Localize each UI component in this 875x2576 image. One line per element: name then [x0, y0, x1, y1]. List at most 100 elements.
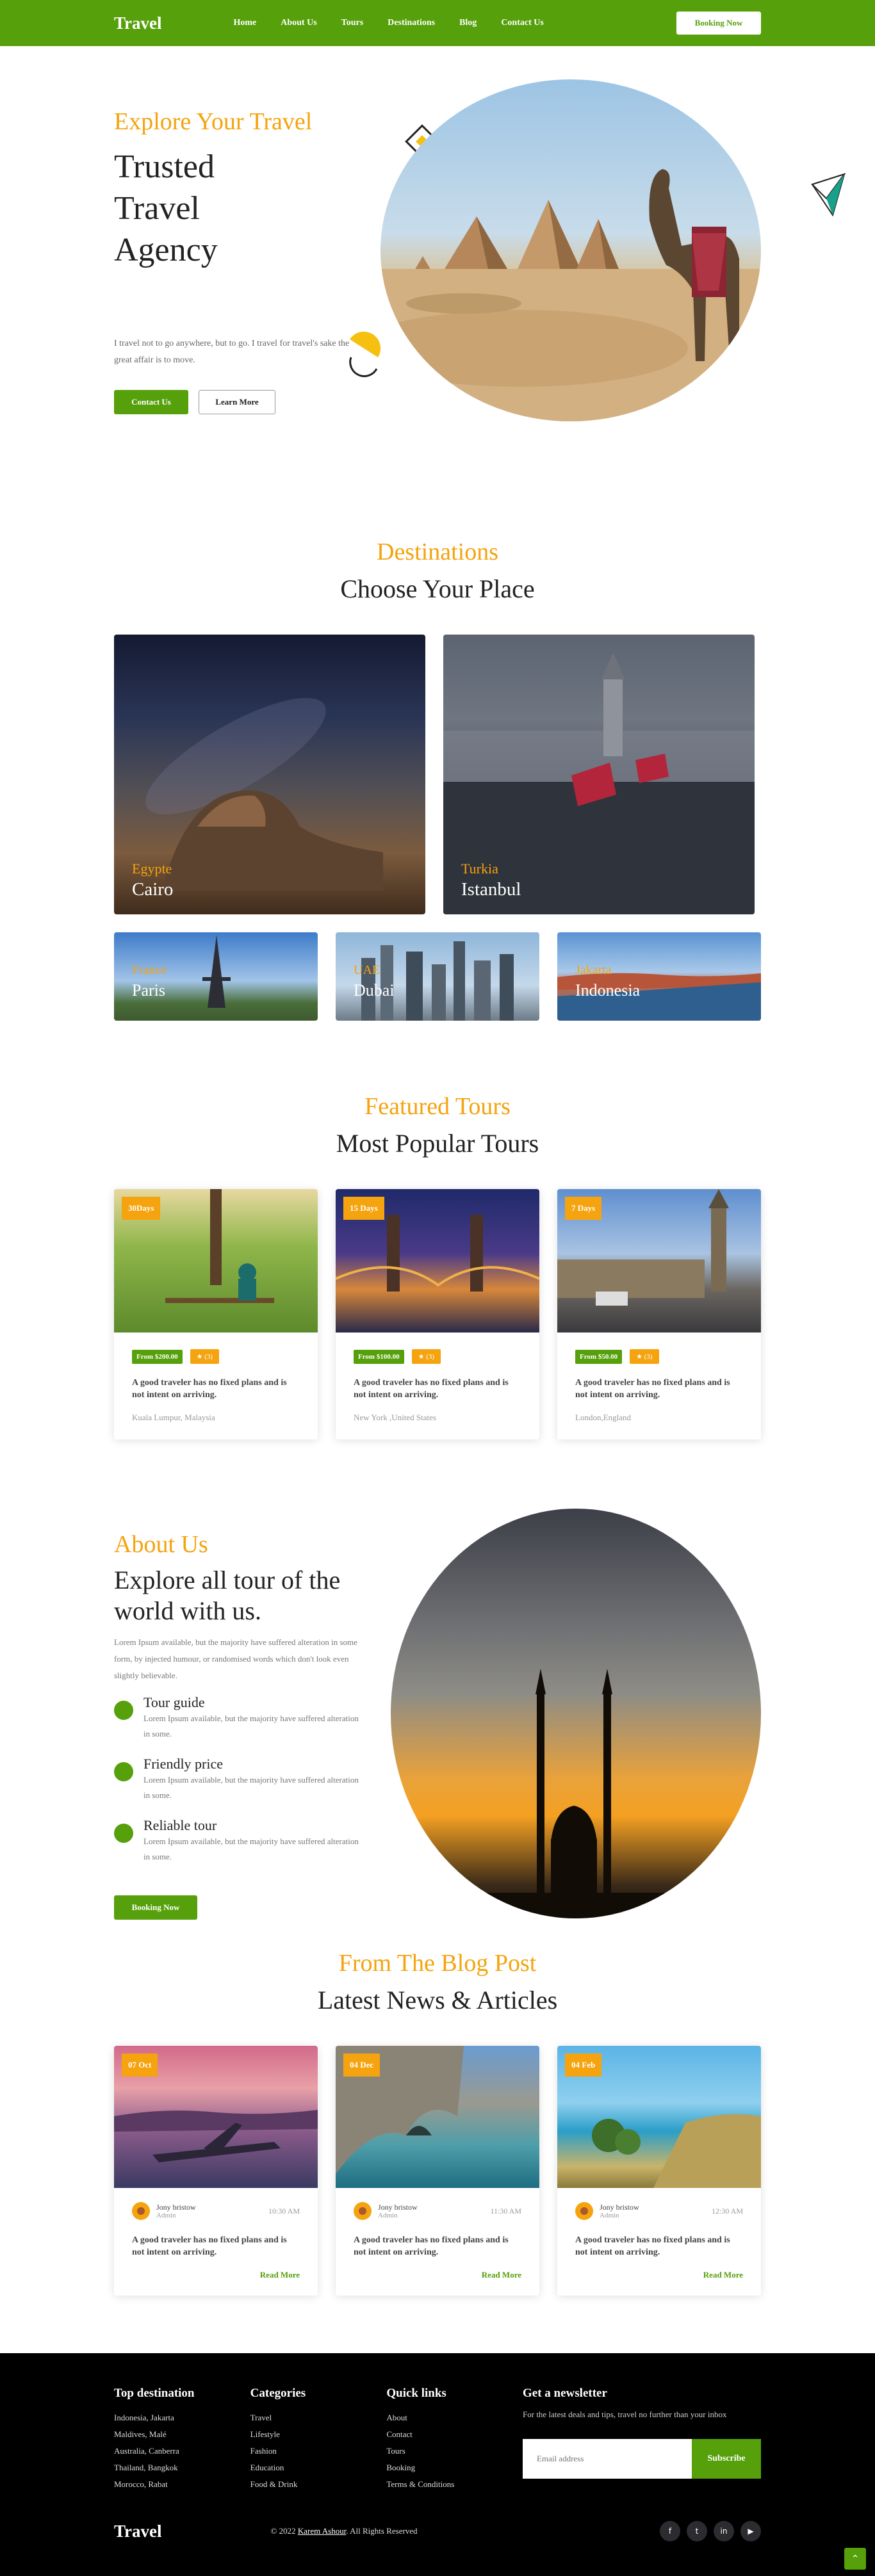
- nav-home[interactable]: Home: [233, 18, 256, 28]
- about-booking-button[interactable]: Booking Now: [114, 1895, 197, 1920]
- tour-location: New York ,United States: [354, 1413, 436, 1422]
- nav-destinations[interactable]: Destinations: [388, 18, 435, 28]
- tour-card[interactable]: 7 Days From $50.00 ★ (3) A good traveler…: [557, 1189, 761, 1439]
- avatar: [354, 2202, 372, 2220]
- rating-badge: ★ (3): [411, 1349, 441, 1364]
- avatar: [132, 2202, 150, 2220]
- nav-contact[interactable]: Contact Us: [501, 18, 544, 28]
- contact-us-button[interactable]: Contact Us: [114, 390, 188, 414]
- feature-text: Lorem Ipsum available, but the majority …: [143, 1836, 359, 1861]
- star-icon: ★: [418, 1353, 427, 1361]
- hero-eyebrow: Explore Your Travel: [114, 108, 313, 135]
- feature-item: Reliable tour Lorem Ipsum available, but …: [114, 1817, 361, 1865]
- destination-city: Cairo: [132, 879, 174, 900]
- destinations-title: Choose Your Place: [340, 574, 535, 603]
- author-name: Jony bristow: [378, 2203, 418, 2212]
- footer-link[interactable]: Thailand, Bangkok: [114, 2459, 250, 2476]
- feature-title: Friendly price: [143, 1756, 224, 1772]
- read-more-link[interactable]: Read More: [575, 2270, 743, 2280]
- footer-link[interactable]: Fashion: [250, 2443, 387, 2459]
- about-eyebrow: About Us: [114, 1531, 208, 1558]
- about-title: Explore all tour of the world with us.: [114, 1566, 341, 1625]
- destination-card-dubai[interactable]: UAE Dubai: [336, 932, 539, 1021]
- bullet-icon: [114, 1824, 133, 1843]
- scroll-to-top-icon[interactable]: ⌃: [844, 2548, 866, 2570]
- blog-card[interactable]: 07 Oct Jony bristow Admin 10:30 AM A good…: [114, 2046, 318, 2296]
- footer-link[interactable]: Contact: [386, 2426, 523, 2443]
- footer-link[interactable]: Morocco, Rabat: [114, 2476, 250, 2493]
- tours-title: Most Popular Tours: [336, 1129, 539, 1158]
- rating-count: (3): [204, 1353, 213, 1361]
- blog-image: 04 Dec: [336, 2046, 539, 2188]
- price-badge: From $200.00: [132, 1349, 183, 1364]
- date-badge: 04 Dec: [343, 2054, 380, 2077]
- tour-card[interactable]: 15 Days From $100.00 ★ (3) A good travel…: [336, 1189, 539, 1439]
- destinations-section: Destinations Choose Your Place Egypte Ca…: [0, 443, 875, 1021]
- read-more-link[interactable]: Read More: [132, 2270, 300, 2280]
- destination-card-paris[interactable]: France Paris: [114, 932, 318, 1021]
- price-badge: From $100.00: [354, 1349, 404, 1364]
- read-more-link[interactable]: Read More: [354, 2270, 521, 2280]
- tour-location: London,England: [575, 1413, 632, 1422]
- tour-description: A good traveler has no fixed plans and i…: [575, 1378, 730, 1400]
- feature-item: Tour guide Lorem Ipsum available, but the…: [114, 1694, 361, 1742]
- destination-country: Jakarta: [575, 963, 612, 977]
- subscribe-button[interactable]: Subscribe: [692, 2439, 762, 2479]
- footer-link[interactable]: About: [386, 2410, 523, 2426]
- post-time: 10:30 AM: [268, 2206, 300, 2216]
- author-role: Admin: [156, 2212, 176, 2219]
- blog-card[interactable]: 04 Feb Jony bristow Admin 12:30 AM A good…: [557, 2046, 761, 2296]
- feature-text: Lorem Ipsum available, but the majority …: [143, 1775, 359, 1800]
- hero-buttons: Contact Us Learn More: [114, 390, 275, 414]
- footer-link[interactable]: Indonesia, Jakarta: [114, 2410, 250, 2426]
- blog-image: 07 Oct: [114, 2046, 318, 2188]
- learn-more-button[interactable]: Learn More: [199, 390, 275, 414]
- destination-country: UAE: [354, 963, 380, 977]
- destination-country: France: [132, 963, 167, 977]
- site-logo[interactable]: Travel: [114, 13, 161, 33]
- facebook-icon[interactable]: f: [660, 2521, 680, 2541]
- about-text: Lorem Ipsum available, but the majority …: [114, 1637, 357, 1680]
- twitter-icon[interactable]: t: [687, 2521, 707, 2541]
- footer-link[interactable]: Terms & Conditions: [386, 2476, 523, 2493]
- blog-description: A good traveler has no fixed plans and i…: [575, 2235, 730, 2257]
- tour-description: A good traveler has no fixed plans and i…: [132, 1378, 287, 1400]
- footer-link[interactable]: Travel: [250, 2410, 387, 2426]
- blog-image: 04 Feb: [557, 2046, 761, 2188]
- post-time: 12:30 AM: [711, 2206, 743, 2216]
- linkedin-icon[interactable]: in: [714, 2521, 734, 2541]
- footer-link[interactable]: Maldives, Malé: [114, 2426, 250, 2443]
- destination-card-cairo[interactable]: Egypte Cairo: [114, 635, 425, 914]
- footer-link[interactable]: Food & Drink: [250, 2476, 387, 2493]
- booking-now-button[interactable]: Booking Now: [676, 12, 761, 35]
- footer-categories: Categories Travel Lifestyle Fashion Educ…: [250, 2386, 387, 2493]
- blog-card[interactable]: 04 Dec Jony bristow Admin 11:30 AM A good…: [336, 2046, 539, 2296]
- footer-logo[interactable]: Travel: [114, 2522, 161, 2541]
- author-name: Jony bristow: [156, 2203, 196, 2212]
- footer-link[interactable]: Tours: [386, 2443, 523, 2459]
- footer-link[interactable]: Lifestyle: [250, 2426, 387, 2443]
- destination-country: Turkia: [461, 861, 498, 877]
- about-image: [391, 1509, 761, 1918]
- blog-eyebrow: From The Blog Post: [338, 1950, 537, 1977]
- paper-plane-decoration-icon: [811, 173, 846, 216]
- email-input[interactable]: [523, 2439, 692, 2479]
- youtube-icon[interactable]: ▶: [740, 2521, 761, 2541]
- nav-about[interactable]: About Us: [281, 18, 316, 28]
- destination-card-istanbul[interactable]: Turkia Istanbul: [443, 635, 755, 914]
- nav-tours[interactable]: Tours: [341, 18, 364, 28]
- footer-link[interactable]: Education: [250, 2459, 387, 2476]
- footer-link[interactable]: Booking: [386, 2459, 523, 2476]
- tours-eyebrow: Featured Tours: [364, 1093, 511, 1120]
- destination-card-indonesia[interactable]: Jakarta Indonesia: [557, 932, 761, 1021]
- destination-city: Dubai: [354, 981, 395, 1000]
- nav-blog[interactable]: Blog: [459, 18, 477, 28]
- hero-title: Trusted Travel Agency: [114, 149, 218, 268]
- feature-text: Lorem Ipsum available, but the majority …: [143, 1713, 359, 1738]
- footer-link[interactable]: Australia, Canberra: [114, 2443, 250, 2459]
- destination-city: Indonesia: [575, 981, 641, 1000]
- rating-badge: ★ (3): [190, 1349, 220, 1364]
- tour-card[interactable]: 30Days From $200.00 ★ (3) A good travele…: [114, 1189, 318, 1439]
- rating-count: (3): [426, 1353, 435, 1361]
- author-link[interactable]: Karem Ashour: [298, 2526, 346, 2536]
